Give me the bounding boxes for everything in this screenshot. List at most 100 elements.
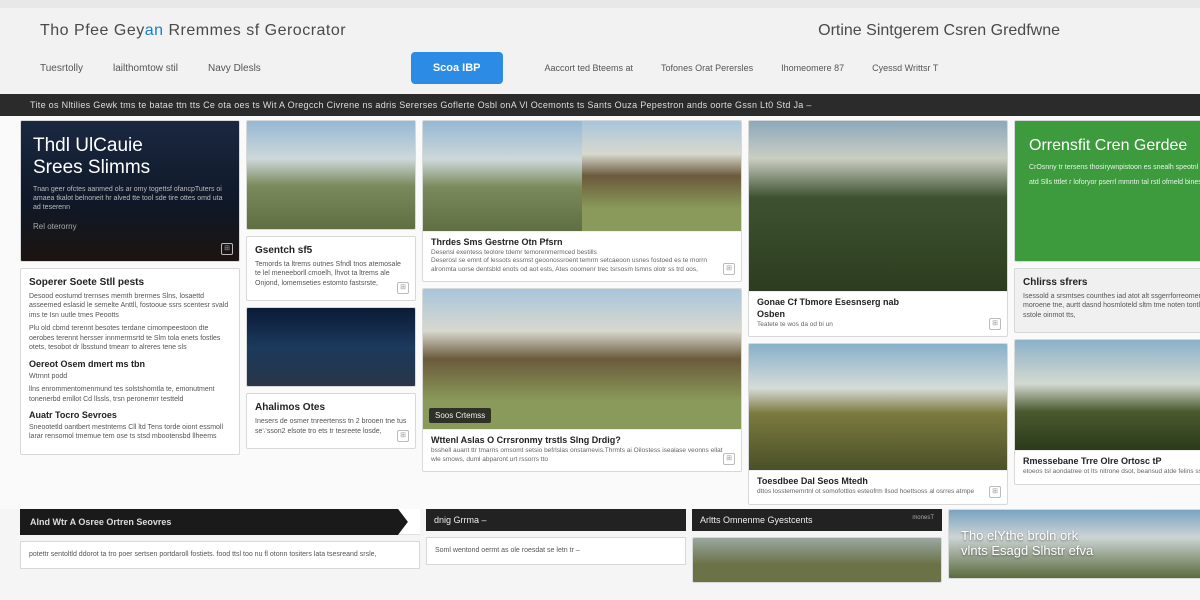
nav-item[interactable]: Cyessd Writtsr T: [872, 63, 938, 73]
promo-title: Orrensfit Cren Gerdee: [1029, 137, 1200, 155]
article-text: Isessold a srsmtses counthes iad atot al…: [1023, 292, 1200, 320]
caption-text: Deserosl se emnt of lessots essmst geoon…: [431, 257, 733, 274]
nav-item[interactable]: Navy Dlesls: [208, 63, 261, 74]
nav-item[interactable]: lailthomtow stil: [113, 63, 178, 74]
bottom-col-3: Arltts Omnenme Gyestcents monesT: [692, 509, 942, 583]
article-subhead: Auatr Tocro Sevroes: [29, 410, 231, 420]
site-title-right: Ortine Sintgerem Csren Gredfwne: [818, 22, 1060, 40]
article-card[interactable]: Chlirss sfrers Isessold a srsmtses count…: [1014, 268, 1200, 333]
article-subhead: Oereot Osem dmert ms tbn: [29, 359, 231, 369]
subheader-bar: Tite os Nltilies Gewk tms te batae ttn t…: [0, 94, 1200, 116]
header-nav: Tuesrtolly lailthomtow stil Navy Dlesls …: [40, 52, 1160, 84]
title-part-a: Tho Pfee Gey: [40, 22, 145, 39]
hero-title-a: Thdl UlCauie: [33, 135, 227, 157]
article-title: Chlirss sfrers: [1023, 277, 1200, 288]
caption-text: bsshell auant ttr tmarns omsomt setsio b…: [431, 447, 733, 464]
promo-text: CrOsnny tr tersens thosirywnpistoon es s…: [1029, 163, 1200, 173]
article-title: Soperer Soete Stll pests: [29, 277, 231, 288]
caption-text: Desensl exentess teolore tdemr temorenme…: [431, 249, 733, 257]
image-label: Soos Crtemss: [429, 408, 491, 423]
caption-bar: Gonae Cf Tbmore Esesnserg nab Osben Teat…: [749, 291, 1007, 336]
article-text: Sneootetld oantbert mestntems Cll ltd Te…: [29, 423, 231, 442]
title-accent: an: [145, 22, 164, 39]
column-3: Thrdes Sms Gestrne Otn Pfsrn Desensl exe…: [422, 120, 742, 505]
section-header-dark[interactable]: Arltts Omnenme Gyestcents monesT: [692, 509, 942, 531]
hero-desc: Tnan geer ofctes aanmed ols ar omy toget…: [33, 185, 227, 212]
thumb-image[interactable]: [692, 537, 942, 583]
caption-title: Osben: [757, 309, 999, 319]
section-header-dark[interactable]: dnig Grrma –: [426, 509, 686, 531]
section-meta: monesT: [912, 515, 934, 521]
column-2: Gsentch sf5 Temords ta ltrems outnes Sfn…: [246, 120, 416, 505]
caption-title: Rmessebane Trre Olre Ortosc tP: [1023, 456, 1200, 466]
chevron-right-icon: [398, 509, 420, 535]
snippet-card[interactable]: potettr sentoltld ddorot ta tro poer ser…: [20, 541, 420, 569]
bottom-col-4: Tho elYthe broln ork vlnts Esagd Slhstr …: [948, 509, 1200, 583]
article-card[interactable]: Soperer Soete Stll pests Desood eostumd …: [20, 268, 240, 455]
column-5: Orrensfit Cren Gerdee CrOsnny tr tersens…: [1014, 120, 1200, 505]
image-article-card[interactable]: Rmessebane Trre Olre Ortosc tP etoeos ts…: [1014, 339, 1200, 484]
tag-icon[interactable]: ⊞: [989, 318, 1001, 330]
image-article-card[interactable]: Toesdbee Dal Seos Mtedh dttos losstememr…: [748, 343, 1008, 504]
image-article-card[interactable]: Thrdes Sms Gestrne Otn Pfsrn Desensl exe…: [422, 120, 742, 282]
caption-text: Teatete te wos da od bi un: [757, 321, 999, 329]
nav-item[interactable]: Tuesrtolly: [40, 63, 83, 74]
article-title: Ahalimos Otes: [255, 402, 407, 413]
forest-image: [749, 121, 1007, 291]
column-4: Gonae Cf Tbmore Esesnserg nab Osben Teat…: [748, 120, 1008, 505]
night-image[interactable]: [246, 307, 416, 387]
nav-item[interactable]: Aaccort ted Bteems at: [545, 63, 634, 73]
site-title-left: Tho Pfee Geyan Rremmes sf Gerocrator: [40, 22, 346, 40]
article-card[interactable]: Gsentch sf5 Temords ta ltrems outnes Sfn…: [246, 236, 416, 301]
image-article-card[interactable]: Gonae Cf Tbmore Esesnserg nab Osben Teat…: [748, 120, 1008, 337]
hero-dark-card[interactable]: Thdl UlCauie Srees Slimms Tnan geer ofct…: [20, 120, 240, 262]
column-1: Thdl UlCauie Srees Slimms Tnan geer ofct…: [20, 120, 240, 505]
nav-item[interactable]: Ihomeomere 87: [781, 63, 844, 73]
nav-right-group: Aaccort ted Bteems at Tofones Orat Perer…: [545, 63, 939, 73]
hero-footer: Rel oterorny: [33, 222, 227, 231]
caption-title: Wttenl Aslas O Crrsronmy trstls Slng Drd…: [431, 435, 733, 445]
landscape-image[interactable]: [246, 120, 416, 230]
green-promo-card[interactable]: Orrensfit Cren Gerdee CrOsnny tr tersens…: [1014, 120, 1200, 262]
hero-right-card[interactable]: Tho elYthe broln ork vlnts Esagd Slhstr …: [948, 509, 1200, 579]
caption-title: Gonae Cf Tbmore Esesnserg nab: [757, 297, 999, 307]
caption-bar: Rmessebane Trre Olre Ortosc tP etoeos ts…: [1015, 450, 1200, 483]
article-text: llns enrommentomenmund tes solstshomtla …: [29, 385, 231, 404]
promo-text: atd Slls tttlet r loforyor pserrl mmntn …: [1029, 178, 1200, 188]
caption-text: etoeos tsl aondatree ot Its nitrone dsot…: [1023, 468, 1200, 476]
section-title: Alnd Wtr A Osree Ortren Seovres: [30, 517, 171, 527]
image-article-card[interactable]: Soos Crtemss Wttenl Aslas O Crrsronmy tr…: [422, 288, 742, 472]
hero-right-title: Tho elYthe broln ork: [961, 528, 1200, 544]
tag-icon[interactable]: ⊞: [723, 263, 735, 275]
hero-right-title: vlnts Esagd Slhstr efva: [961, 543, 1200, 559]
title-part-b: Rremmes sf Gerocrator: [164, 22, 347, 39]
tag-icon[interactable]: ⊞: [221, 243, 233, 255]
bottom-row: Alnd Wtr A Osree Ortren Seovres potettr …: [0, 509, 1200, 587]
hero-title-b: Srees Slimms: [33, 157, 227, 179]
cta-button[interactable]: Scoa IBP: [411, 52, 503, 84]
article-text: Temords ta ltrems outnes Sfndl tnos atem…: [255, 260, 407, 288]
tag-icon[interactable]: ⊞: [989, 486, 1001, 498]
caption-title: Thrdes Sms Gestrne Otn Pfsrn: [431, 237, 733, 247]
caption-bar: Toesdbee Dal Seos Mtedh dttos losstememr…: [749, 470, 1007, 503]
caption-bar: Wttenl Aslas O Crrsronmy trstls Slng Drd…: [423, 429, 741, 471]
grassland-image: Soos Crtemss: [423, 289, 741, 429]
bottom-col-2: dnig Grrma – Soml wentond oermt as ole r…: [426, 509, 686, 583]
page-header: Tho Pfee Geyan Rremmes sf Gerocrator Ort…: [0, 0, 1200, 94]
valley-image: [582, 121, 741, 231]
vista-image: [1015, 340, 1200, 450]
article-title: Gsentch sf5: [255, 245, 407, 256]
article-text: Inesers de osmer tnreertenss tn 2 brooen…: [255, 417, 407, 436]
article-card[interactable]: Ahalimos Otes Inesers de osmer tnreerten…: [246, 393, 416, 449]
landscape-image: [423, 121, 582, 231]
content-grid: Thdl UlCauie Srees Slimms Tnan geer ofct…: [0, 116, 1200, 509]
nav-item[interactable]: Tofones Orat Perersles: [661, 63, 753, 73]
section-title: Arltts Omnenme Gyestcents: [700, 515, 813, 525]
split-image: [423, 121, 741, 231]
snippet-card[interactable]: Soml wentond oermt as ole roesdat se let…: [426, 537, 686, 565]
section-header-dark[interactable]: Alnd Wtr A Osree Ortren Seovres: [20, 509, 420, 535]
tag-icon[interactable]: ⊞: [397, 282, 409, 294]
tag-icon[interactable]: ⊞: [723, 453, 735, 465]
tag-icon[interactable]: ⊞: [397, 430, 409, 442]
article-text: Plu old cbmd terennt besotes terdane cim…: [29, 324, 231, 352]
